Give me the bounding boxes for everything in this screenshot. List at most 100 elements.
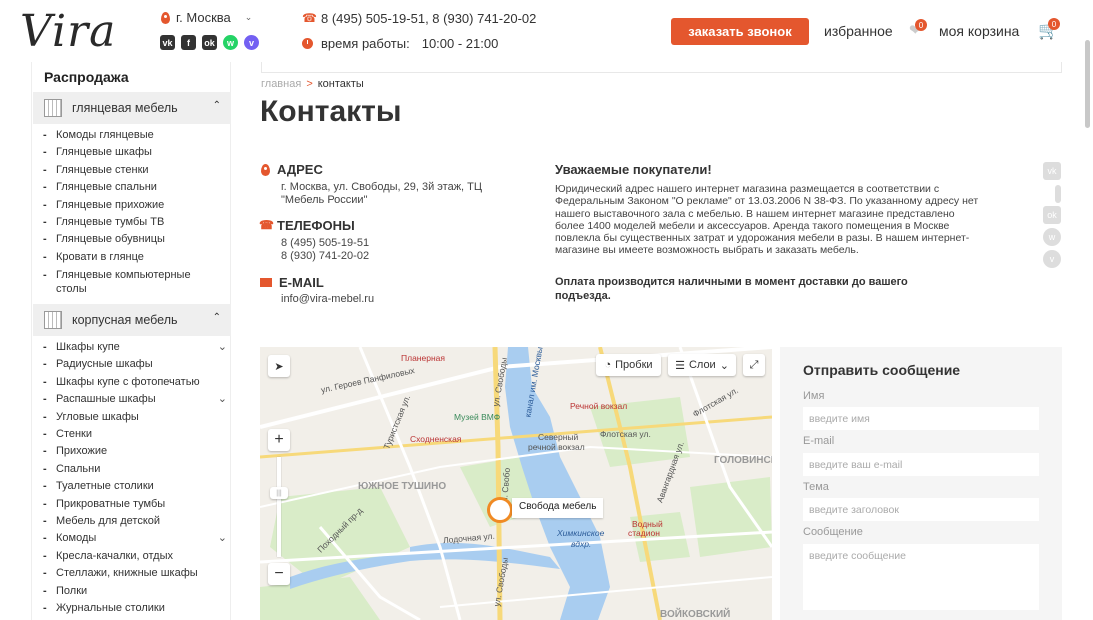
map-label: Сходненская <box>410 434 462 444</box>
list-item[interactable]: Стенки <box>43 426 223 443</box>
list-item[interactable]: Глянцевые тумбы ТВ <box>43 214 223 231</box>
location-pin-icon <box>261 163 270 176</box>
list-item[interactable]: Прихожие <box>43 443 223 460</box>
list-item[interactable]: Шкафы купе⌄ <box>43 339 227 356</box>
message-textarea[interactable] <box>803 544 1039 610</box>
form-title: Отправить сообщение <box>803 362 961 378</box>
list-item[interactable]: Угловые шкафы <box>43 409 223 426</box>
contact-form: Отправить сообщение Имя E-mail Тема Сооб… <box>780 347 1062 620</box>
category-cabinet[interactable]: корпусная мебель ⌃ <box>33 304 231 336</box>
phones-text[interactable]: 8 (495) 505-19-51 8 (930) 741-20-02 <box>281 237 369 263</box>
logo[interactable]: Vira <box>20 6 116 57</box>
name-input[interactable] <box>803 407 1039 430</box>
location-pin-icon <box>161 11 170 24</box>
viber-icon[interactable]: v <box>244 35 259 50</box>
whatsapp-icon[interactable]: w <box>223 35 238 50</box>
subject-label: Тема <box>803 481 829 493</box>
email-link[interactable]: info@vira-mebel.ru <box>281 293 374 306</box>
list-item[interactable]: Спальни <box>43 461 223 478</box>
favorites-badge: 0 <box>915 19 927 31</box>
zoom-in-button[interactable]: + <box>268 429 290 451</box>
chevron-down-icon[interactable]: ⌄ <box>218 530 227 547</box>
list-item[interactable]: Кровати в глянце <box>43 249 223 266</box>
chevron-down-icon[interactable]: ⌄ <box>218 339 227 356</box>
list-item[interactable]: Комоды⌄ <box>43 530 227 547</box>
map-label: ВОЙКОВСКИЙ <box>660 609 731 620</box>
cart-badge: 0 <box>1048 18 1060 30</box>
zoom-handle[interactable]: ||| <box>270 487 288 499</box>
list-item[interactable]: Кресла-качалки, отдых <box>43 548 223 565</box>
list-item[interactable]: Глянцевые прихожие <box>43 197 223 214</box>
list-item[interactable]: Глянцевые стенки <box>43 162 223 179</box>
list-item[interactable]: Радиусные шкафы <box>43 356 223 373</box>
order-call-button[interactable]: заказать звонок <box>671 18 809 45</box>
map-label: речной вокзал <box>528 442 585 452</box>
share-whatsapp-icon[interactable]: w <box>1043 228 1061 246</box>
fullscreen-button[interactable]: ⤢ <box>743 354 765 376</box>
layers-button[interactable]: ☰ Слои ⌄ <box>668 354 736 376</box>
zoom-out-button[interactable]: − <box>268 563 290 585</box>
page-title: Контакты <box>260 95 402 128</box>
facebook-icon[interactable]: f <box>181 35 196 50</box>
phones-heading: ☎ ТЕЛЕФОНЫ <box>259 218 355 233</box>
map-placemark-icon[interactable] <box>487 497 513 523</box>
list-item[interactable]: Глянцевые спальни <box>43 179 223 196</box>
list-item[interactable]: Распашные шкафы⌄ <box>43 391 227 408</box>
glossy-list: Комоды глянцевые Глянцевые шкафы Глянцев… <box>43 127 223 296</box>
list-item[interactable]: Туалетные столики <box>43 478 223 495</box>
category-glossy[interactable]: глянцевая мебель ⌃ <box>33 92 231 124</box>
email-label: E-mail <box>803 435 835 447</box>
furniture-icon <box>44 311 62 329</box>
list-item[interactable]: Стеллажи, книжные шкафы <box>43 565 223 582</box>
map-label: Северный <box>538 432 579 442</box>
list-item[interactable]: Шкафы купе с фотопечатью <box>43 374 223 391</box>
top-divider <box>261 62 1062 73</box>
list-item[interactable]: Журнальные столики <box>43 600 223 617</box>
traffic-button[interactable]: ◔ Пробки <box>596 354 661 376</box>
placemark-label[interactable]: Свобода мебель <box>512 498 604 518</box>
clock-icon <box>302 38 313 49</box>
list-item[interactable]: Глянцевые шкафы <box>43 144 223 161</box>
chevron-up-icon[interactable]: ⌃ <box>213 312 221 323</box>
share-ok-icon[interactable]: ok <box>1043 206 1061 224</box>
odnoklassniki-icon[interactable]: ok <box>202 35 217 50</box>
zoom-slider[interactable] <box>277 457 281 557</box>
email-input[interactable] <box>803 453 1039 476</box>
geolocation-button[interactable]: ➤ <box>268 355 290 377</box>
map-label: Музей ВМФ <box>454 412 501 422</box>
phones-text: 8 (495) 505-19-51, 8 (930) 741-20-02 <box>321 11 537 26</box>
notice-title: Уважаемые покупатели! <box>555 162 712 177</box>
header-phones[interactable]: ☎ 8 (495) 505-19-51, 8 (930) 741-20-02 <box>302 11 536 26</box>
share-facebook-icon[interactable] <box>1055 185 1061 203</box>
list-item[interactable]: Глянцевые компьютерные столы <box>43 268 223 296</box>
hours-value: 10:00 - 21:00 <box>421 36 499 51</box>
email-heading: E-MAIL <box>260 275 324 290</box>
list-item[interactable]: Полки <box>43 583 223 600</box>
category-label: глянцевая мебель <box>72 101 178 115</box>
list-item[interactable]: Глянцевые обувницы <box>43 231 223 248</box>
map[interactable]: ➤ ◔ Пробки ☰ Слои ⌄ ⤢ + ||| − Планерная ул.… <box>260 347 772 620</box>
phone-icon: ☎ <box>259 218 274 232</box>
vk-icon[interactable]: vk <box>160 35 175 50</box>
list-item[interactable]: Мебель для детской <box>43 513 223 530</box>
breadcrumb-home[interactable]: главная <box>261 78 301 90</box>
breadcrumb-current: контакты <box>317 78 364 90</box>
favorites-link[interactable]: избранное <box>824 23 893 39</box>
traffic-icon: ◔ <box>604 359 612 371</box>
list-item[interactable]: Прикроватные тумбы <box>43 496 223 513</box>
city-selector[interactable]: г. Москва ⌄ <box>161 10 252 25</box>
chevron-down-icon[interactable]: ⌄ <box>218 391 227 408</box>
header: Vira г. Москва ⌄ vk f ok w v ☎ 8 (495) 5… <box>0 0 1093 62</box>
address-heading: АДРЕС <box>261 162 323 177</box>
page-scrollbar[interactable] <box>1085 40 1090 128</box>
chevron-up-icon[interactable]: ⌃ <box>213 100 221 111</box>
share-vk-icon[interactable]: vk <box>1043 162 1061 180</box>
address-text: г. Москва, ул. Свободы, 29, 3й этаж, ТЦ … <box>281 181 483 206</box>
sidebar-sale-link[interactable]: Распродажа <box>44 69 129 85</box>
cart-link[interactable]: моя корзина <box>939 23 1019 39</box>
subject-input[interactable] <box>803 498 1039 521</box>
notice-payment: Оплата производится наличными в момент д… <box>555 276 908 302</box>
header-socials: vk f ok w v <box>160 35 259 50</box>
share-viber-icon[interactable]: v <box>1043 250 1061 268</box>
list-item[interactable]: Комоды глянцевые <box>43 127 223 144</box>
